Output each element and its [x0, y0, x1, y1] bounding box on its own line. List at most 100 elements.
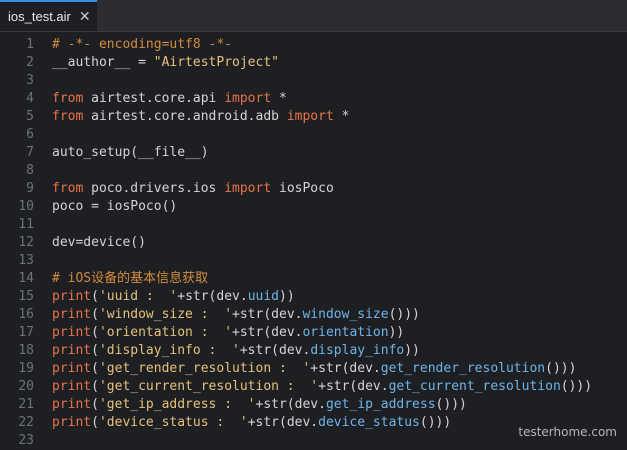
code-line[interactable]: 9from poco.drivers.ios import iosPoco [0, 180, 627, 198]
code-token: 'display_info : ' [99, 343, 240, 358]
code-token: # -*- encoding=utf8 -*- [52, 37, 232, 52]
code-token: import [287, 109, 334, 124]
code-token: +str(dev. [248, 415, 318, 430]
code-token: __author__ = [52, 55, 154, 70]
code-token: ( [91, 307, 99, 322]
code-token: airtest.core.api [83, 91, 224, 106]
line-number: 2 [0, 54, 34, 72]
code-line[interactable]: 5 from airtest.core.android.adb import * [0, 108, 627, 126]
code-token: from [52, 181, 83, 196]
code-text: from airtest.core.android.adb import * [52, 108, 349, 126]
code-line[interactable]: 15 print('uuid : '+str(dev.uuid)) [0, 288, 627, 306]
code-token: uuid [248, 289, 279, 304]
code-line[interactable]: 11 [0, 216, 627, 234]
code-line[interactable]: 21 print('get_ip_address : '+str(dev.get_… [0, 396, 627, 414]
code-token: import [224, 181, 271, 196]
code-text: print('device_status : '+str(dev.device_… [52, 414, 451, 432]
line-number: 23 [0, 432, 34, 450]
code-token: airtest.core.android.adb [83, 109, 287, 124]
code-line[interactable]: 19 print('get_render_resolution : '+str(d… [0, 360, 627, 378]
code-token: ())) [436, 397, 467, 412]
code-text: print('get_ip_address : '+str(dev.get_ip… [52, 396, 467, 414]
code-line[interactable]: 13 [0, 252, 627, 270]
code-line[interactable]: 20print('get_current_resolution : '+str(… [0, 378, 627, 396]
code-token: ( [91, 343, 99, 358]
code-token: from [52, 109, 83, 124]
code-token: ( [91, 325, 99, 340]
code-token: +str(dev. [232, 307, 302, 322]
code-text: print('display_info : '+str(dev.display_… [52, 342, 420, 360]
code-token: ( [91, 289, 99, 304]
line-number: 9 [0, 180, 34, 198]
close-icon[interactable]: ✕ [79, 10, 91, 24]
code-token: ( [91, 397, 99, 412]
tab-ios-test-air[interactable]: ios_test.air ✕ [0, 0, 97, 31]
code-token: get_current_resolution [389, 379, 561, 394]
code-token: ( [91, 361, 99, 376]
line-number: 17 [0, 324, 34, 342]
code-text: # iOS设备的基本信息获取 [52, 270, 208, 288]
line-number: 8 [0, 162, 34, 180]
code-token: orientation [302, 325, 388, 340]
code-token: ( [91, 415, 99, 430]
code-token: window_size [302, 307, 388, 322]
code-text: print('get_render_resolution : '+str(dev… [52, 360, 576, 378]
line-number: 14 [0, 270, 34, 288]
code-token: get_ip_address [326, 397, 436, 412]
code-token: 'get_current_resolution : ' [99, 379, 318, 394]
code-token: # iOS设备的基本信息获取 [52, 271, 208, 286]
code-line[interactable]: 7auto_setup(__file__) [0, 144, 627, 162]
code-line[interactable]: 3 [0, 72, 627, 90]
code-token: print [52, 289, 91, 304]
code-token: +str(dev. [310, 361, 380, 376]
code-text: from airtest.core.api import * [52, 90, 287, 108]
code-text: __author__ = "AirtestProject" [52, 54, 279, 72]
code-token: print [52, 397, 91, 412]
code-token: )) [404, 343, 420, 358]
line-number: 5 [0, 108, 34, 126]
code-token: 'orientation : ' [99, 325, 232, 340]
line-number: 15 [0, 288, 34, 306]
code-line[interactable]: 17 print('orientation : '+str(dev.orienta… [0, 324, 627, 342]
watermark: testerhome.com [518, 425, 617, 439]
code-token: 'uuid : ' [99, 289, 177, 304]
line-number: 13 [0, 252, 34, 270]
code-line[interactable]: 4from airtest.core.api import * [0, 90, 627, 108]
code-token: +str(dev. [256, 397, 326, 412]
code-token: import [224, 91, 271, 106]
code-line[interactable]: 10poco = iosPoco() [0, 198, 627, 216]
code-line[interactable]: 14 # iOS设备的基本信息获取 [0, 270, 627, 288]
code-line[interactable]: 8 [0, 162, 627, 180]
line-number: 11 [0, 216, 34, 234]
tab-label: ios_test.air [8, 9, 71, 24]
code-token: poco = iosPoco() [52, 199, 177, 214]
code-line[interactable]: 12dev=device() [0, 234, 627, 252]
code-token: )) [389, 325, 405, 340]
line-number: 21 [0, 396, 34, 414]
code-token: auto_setup(__file__) [52, 145, 209, 160]
code-line[interactable]: 6 [0, 126, 627, 144]
code-token: device_status [318, 415, 420, 430]
code-token: print [52, 343, 91, 358]
code-editor[interactable]: 1# -*- encoding=utf8 -*-2 __author__ = "A… [0, 33, 627, 447]
code-line[interactable]: 2 __author__ = "AirtestProject" [0, 54, 627, 72]
code-line[interactable]: 18 print('display_info : '+str(dev.displa… [0, 342, 627, 360]
code-text: dev=device() [52, 234, 146, 252]
line-number: 20 [0, 378, 34, 396]
code-text: print('orientation : '+str(dev.orientati… [52, 324, 404, 342]
code-token: print [52, 325, 91, 340]
code-token: 'window_size : ' [99, 307, 232, 322]
code-text: print('uuid : '+str(dev.uuid)) [52, 288, 295, 306]
code-token: iosPoco [271, 181, 334, 196]
code-token: 'get_ip_address : ' [99, 397, 256, 412]
code-token: display_info [310, 343, 404, 358]
line-number: 16 [0, 306, 34, 324]
code-line[interactable]: 1# -*- encoding=utf8 -*- [0, 36, 627, 54]
code-token: print [52, 361, 91, 376]
code-token: print [52, 307, 91, 322]
line-number: 19 [0, 360, 34, 378]
code-token: from [52, 91, 83, 106]
code-text: # -*- encoding=utf8 -*- [52, 36, 232, 54]
line-number: 18 [0, 342, 34, 360]
code-line[interactable]: 16 print('window_size : '+str(dev.window_… [0, 306, 627, 324]
